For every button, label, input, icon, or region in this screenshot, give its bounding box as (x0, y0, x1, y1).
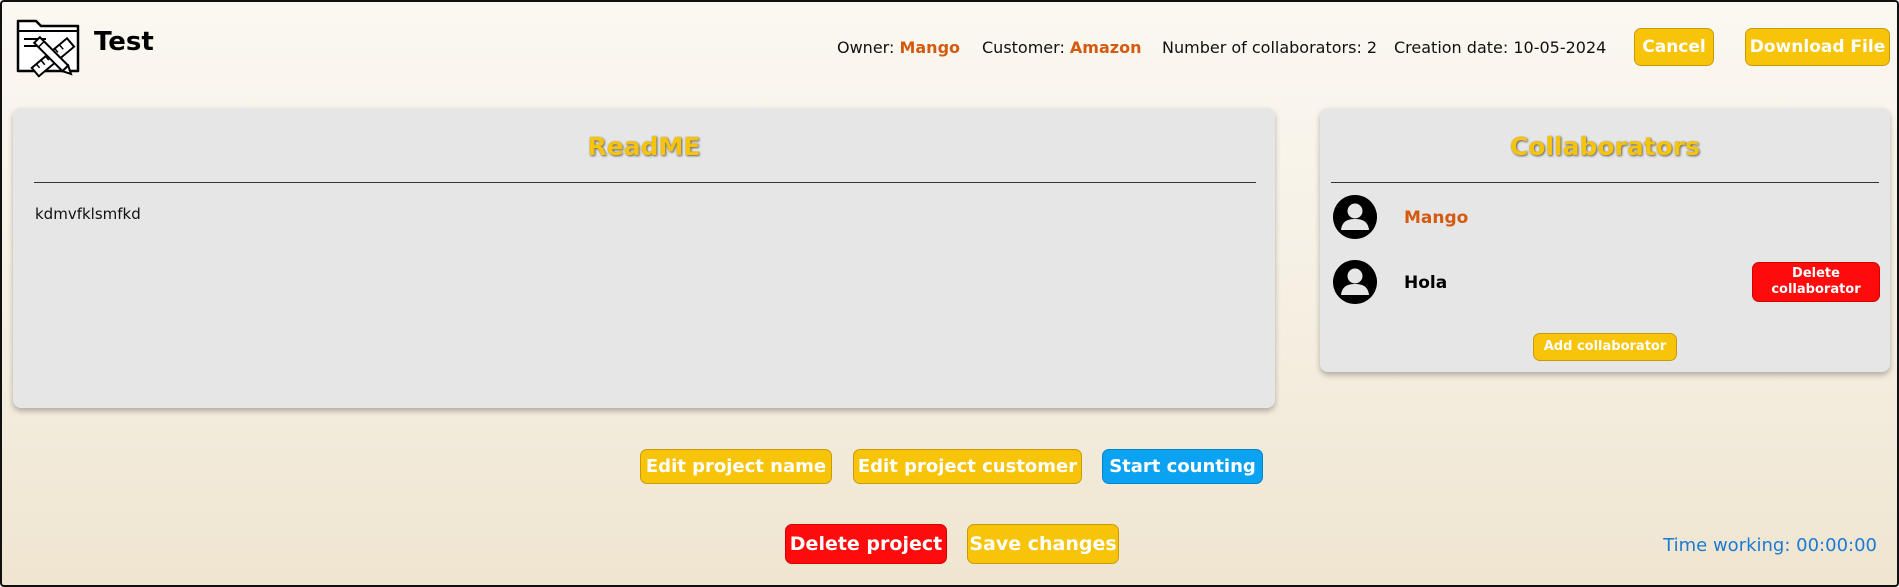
time-working-value: 00:00:00 (1796, 535, 1877, 556)
customer-info: Customer: Amazon (982, 38, 1141, 57)
owner-value: Mango (899, 38, 961, 57)
collaborator-row: Hola Delete collaborator (1333, 260, 1880, 306)
cancel-button[interactable]: Cancel (1634, 28, 1714, 66)
download-file-button[interactable]: Download File (1745, 28, 1890, 66)
readme-panel: ReadME kdmvfklsmfkd (13, 108, 1275, 408)
delete-collaborator-button[interactable]: Delete collaborator (1752, 262, 1880, 302)
collaborators-divider (1331, 182, 1879, 183)
edit-project-customer-button[interactable]: Edit project customer (853, 449, 1082, 484)
project-title: Test (94, 27, 154, 57)
collaborator-row: Mango (1333, 195, 1880, 241)
folder-ruler-pencil-icon (16, 19, 80, 78)
collaborators-title: Collaborators (1509, 132, 1701, 161)
time-working: Time working: 00:00:00 (1663, 535, 1877, 556)
save-changes-button[interactable]: Save changes (967, 524, 1119, 564)
delete-project-button[interactable]: Delete project (785, 524, 947, 564)
project-page: Test Owner: Mango Customer: Amazon Numbe… (0, 0, 1899, 587)
owner-label: Owner: (837, 38, 895, 57)
add-collaborator-button[interactable]: Add collaborator (1533, 333, 1677, 361)
collaborators-panel: Collaborators Mango Hola Delete collabor… (1320, 108, 1890, 372)
owner-info: Owner: Mango (837, 38, 960, 57)
collaborators-count: Number of collaborators: 2 (1162, 38, 1378, 57)
edit-project-name-button[interactable]: Edit project name (640, 449, 832, 484)
time-working-label: Time working: (1663, 535, 1791, 556)
customer-value: Amazon (1069, 38, 1142, 57)
collaborator-name: Hola (1404, 273, 1448, 293)
creation-date: Creation date: 10-05-2024 (1394, 38, 1607, 57)
collaborator-name: Mango (1404, 208, 1469, 228)
readme-title: ReadME (587, 132, 701, 161)
start-counting-button[interactable]: Start counting (1102, 449, 1263, 484)
customer-label: Customer: (982, 38, 1065, 57)
user-avatar-icon (1333, 195, 1377, 239)
readme-content: kdmvfklsmfkd (35, 205, 141, 223)
readme-divider (34, 182, 1256, 183)
user-avatar-icon (1333, 260, 1377, 304)
